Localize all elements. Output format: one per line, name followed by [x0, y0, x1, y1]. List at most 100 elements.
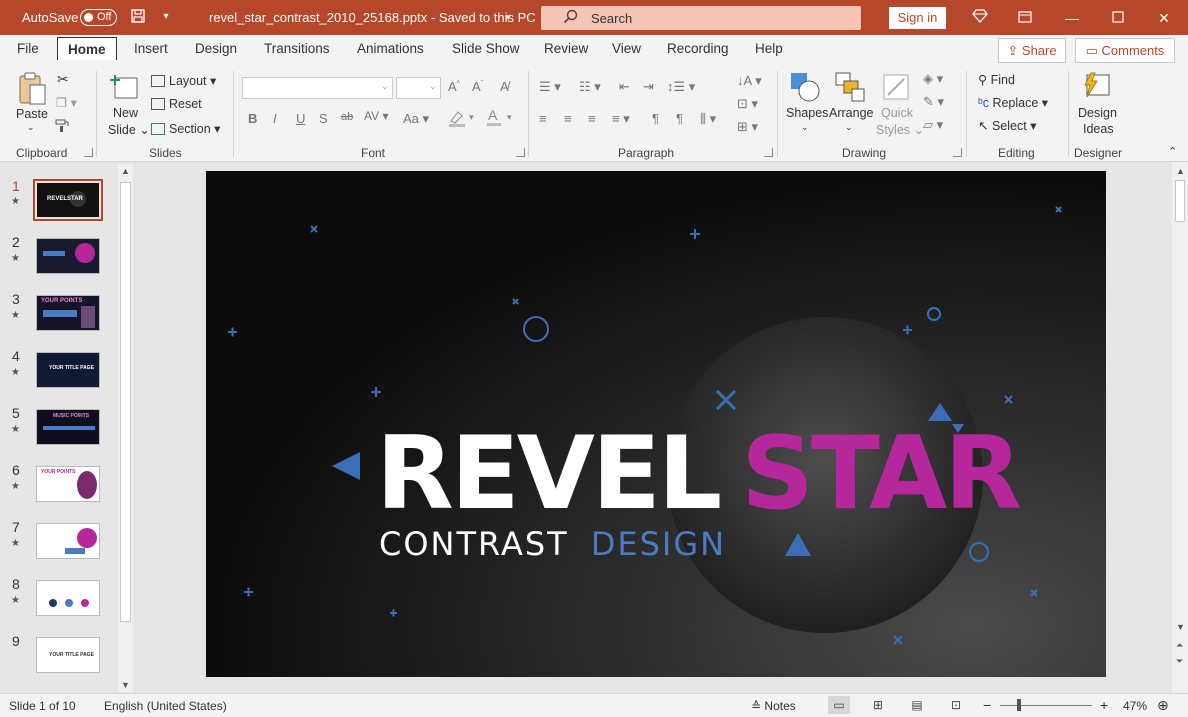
search-box[interactable]: Search [541, 6, 861, 30]
shape-fill-icon[interactable]: ◈ ▾ [923, 71, 943, 87]
slide-thumbnail[interactable]: YOUR TITLE PAGE [36, 637, 100, 673]
decrease-font-icon[interactable]: Aˇ [472, 79, 483, 94]
fit-to-window-icon[interactable]: ⊕ [1157, 697, 1169, 714]
zoom-slider[interactable] [1000, 705, 1092, 706]
change-case-button[interactable]: Aa ▾ [403, 111, 429, 127]
sign-in-button[interactable]: Sign in [889, 7, 946, 29]
bold-button[interactable]: B [248, 111, 257, 126]
scroll-up-icon[interactable]: ▲ [1176, 166, 1185, 176]
thumbnail-scrollbar[interactable]: ▲ ▼ [118, 164, 133, 692]
columns-icon[interactable]: ⫼ ▾ [700, 111, 716, 127]
tab-recording[interactable]: Recording [667, 41, 729, 56]
editor-scrollbar[interactable]: ▲ ▼ ⏶ ⏷ [1172, 162, 1188, 693]
diamond-icon[interactable] [968, 8, 992, 28]
font-launcher-icon[interactable] [516, 148, 525, 157]
design-ideas-label-2[interactable]: Ideas [1083, 122, 1114, 136]
maximize-icon[interactable] [1106, 8, 1130, 28]
line-spacing-icon[interactable]: ↕☰ ▾ [667, 79, 695, 95]
paste-label[interactable]: Paste [16, 107, 48, 121]
collapse-ribbon-icon[interactable]: ⌃ [1168, 145, 1177, 158]
zoom-out-icon[interactable]: − [983, 697, 991, 713]
find-button[interactable]: ⚲ Find [978, 72, 1015, 87]
slide-thumbnail[interactable]: YOUR POINTS [36, 466, 100, 502]
tab-design[interactable]: Design [195, 41, 237, 56]
customize-toolbar-icon[interactable]: ▾ [157, 8, 175, 26]
minimize-icon[interactable]: — [1060, 8, 1084, 28]
zoom-level[interactable]: 47% [1123, 699, 1147, 713]
shapes-label[interactable]: Shapes [786, 106, 828, 120]
layout-button[interactable]: Layout ▾ [151, 73, 216, 88]
paste-icon[interactable] [17, 71, 47, 107]
scrollbar-thumb[interactable] [1175, 180, 1185, 222]
slide-thumbnail[interactable]: REVELSTAR [33, 179, 103, 221]
decrease-indent-icon[interactable]: ⇤ [619, 79, 630, 95]
smartart-icon[interactable]: ⊞ ▾ [737, 119, 758, 135]
share-button[interactable]: ⇪ Share [998, 38, 1066, 63]
shadow-button[interactable]: S [319, 111, 328, 126]
tab-home[interactable]: Home [57, 37, 117, 60]
font-color-icon[interactable]: A ▾ [486, 107, 516, 130]
strikethrough-button[interactable]: ab [341, 111, 353, 123]
slide-canvas[interactable]: REVEL STAR CONTRAST DESIGN [206, 171, 1106, 677]
scroll-up-icon[interactable]: ▲ [121, 166, 130, 176]
arrange-icon[interactable] [834, 71, 866, 103]
align-right-icon[interactable]: ≡ [588, 111, 596, 126]
previous-slide-icon[interactable]: ⏶ [1176, 640, 1183, 651]
tab-review[interactable]: Review [544, 41, 588, 56]
close-icon[interactable]: ✕ [1152, 8, 1176, 28]
paste-dropdown-icon[interactable]: ⌄ [27, 122, 35, 133]
font-name-dropdown[interactable]: ⌄ [242, 77, 393, 99]
document-title[interactable]: revel_star_contrast_2010_25168.pptx - Sa… [209, 10, 536, 25]
text-direction-icon[interactable]: ↓A ▾ [737, 73, 762, 89]
quick-styles-label-1[interactable]: Quick [881, 106, 913, 120]
numbering-icon[interactable]: ☷ ▾ [579, 79, 601, 95]
new-slide-label-2[interactable]: Slide ⌄ [108, 122, 150, 137]
shapes-dropdown-icon[interactable]: ⌄ [801, 122, 809, 133]
font-size-dropdown[interactable]: ⌄ [396, 77, 441, 99]
copy-icon[interactable]: ❐ ▾ [56, 95, 77, 110]
scrollbar-thumb[interactable] [120, 182, 131, 622]
scroll-down-icon[interactable]: ▼ [121, 680, 130, 690]
arrange-dropdown-icon[interactable]: ⌄ [845, 122, 853, 133]
slide-sorter-button[interactable]: ⊞ [867, 696, 889, 714]
zoom-in-icon[interactable]: + [1100, 697, 1108, 713]
select-button[interactable]: ↖ Select ▾ [978, 118, 1036, 133]
justify-icon[interactable]: ≡ ▾ [612, 111, 630, 127]
design-ideas-label-1[interactable]: Design [1078, 106, 1117, 120]
highlight-icon[interactable]: ▾ [448, 109, 478, 130]
underline-button[interactable]: U [296, 111, 305, 126]
rtl-icon[interactable]: ¶ [676, 111, 683, 126]
align-text-icon[interactable]: ⊡ ▾ [737, 96, 758, 112]
chevron-down-icon[interactable]: ▾ [499, 8, 517, 26]
slide-thumbnail[interactable] [36, 523, 100, 559]
increase-font-icon[interactable]: A^ [448, 79, 460, 94]
increase-indent-icon[interactable]: ⇥ [643, 79, 654, 95]
align-left-icon[interactable]: ≡ [539, 111, 547, 126]
slide-thumbnail[interactable] [36, 238, 100, 274]
new-slide-label-1[interactable]: New [113, 106, 138, 120]
normal-view-button[interactable]: ▭ [828, 696, 850, 714]
slide-thumbnail[interactable]: YOUR TITLE PAGE [36, 352, 100, 388]
reading-view-button[interactable]: ▤ [906, 696, 928, 714]
tab-view[interactable]: View [612, 41, 641, 56]
align-center-icon[interactable]: ≡ [564, 111, 572, 126]
slideshow-button[interactable]: ⊡ [945, 696, 967, 714]
ltr-icon[interactable]: ¶ [652, 111, 659, 126]
autosave-toggle[interactable]: Off [80, 9, 117, 26]
language-indicator[interactable]: English (United States) [104, 699, 227, 713]
arrange-label[interactable]: Arrange [829, 106, 873, 120]
tab-insert[interactable]: Insert [134, 41, 168, 56]
bullets-icon[interactable]: ☰ ▾ [539, 79, 561, 95]
zoom-slider-thumb[interactable] [1017, 699, 1021, 711]
format-painter-icon[interactable] [55, 119, 71, 136]
shape-effects-icon[interactable]: ▱ ▾ [923, 117, 943, 133]
clear-formatting-icon[interactable]: A̸ [500, 79, 509, 94]
slide-thumbnail[interactable]: YOUR POINTS [36, 295, 100, 331]
section-button[interactable]: Section ▾ [151, 121, 220, 136]
clipboard-launcher-icon[interactable] [84, 148, 93, 157]
new-slide-icon[interactable] [110, 71, 140, 101]
design-ideas-icon[interactable] [1081, 71, 1111, 103]
quick-styles-label-2[interactable]: Styles ⌄ [876, 122, 924, 137]
italic-button[interactable]: I [273, 111, 277, 126]
slide-thumbnail[interactable] [36, 580, 100, 616]
